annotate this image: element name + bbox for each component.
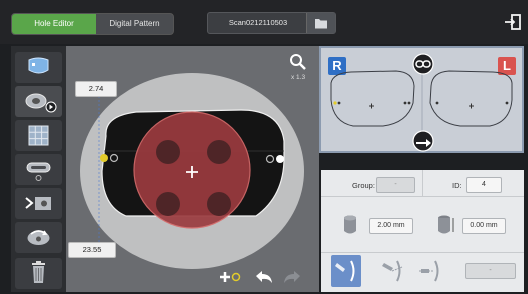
- tool-slot[interactable]: [15, 154, 62, 185]
- hole-play-icon: [25, 93, 57, 113]
- undo-icon[interactable]: [254, 269, 274, 285]
- drill-mode-axis-button[interactable]: [417, 255, 447, 287]
- add-hole-button[interactable]: [218, 268, 242, 286]
- trash-icon: [32, 261, 45, 283]
- rotate-icon: [27, 230, 50, 245]
- notch-icon: [25, 197, 51, 210]
- lens-preview: R L: [319, 46, 524, 153]
- id-label: ID:: [452, 181, 462, 190]
- depth-icon: [438, 215, 454, 234]
- tool-rotate[interactable]: [15, 222, 62, 253]
- drill-perpendicular-icon: [335, 260, 355, 282]
- group-field: -: [376, 177, 415, 193]
- tab-digital-pattern[interactable]: Digital Pattern: [96, 14, 173, 34]
- group-label: Group:: [352, 181, 375, 190]
- drill-angle-field: -: [465, 263, 516, 279]
- hole-editor-canvas[interactable]: 2.74 23.55 x 1.3: [66, 46, 319, 292]
- slot-icon: [26, 162, 51, 181]
- redo-icon[interactable]: [282, 269, 302, 285]
- tab-hole-editor[interactable]: Hole Editor: [12, 14, 96, 34]
- lens-shape-icon: [28, 57, 49, 74]
- drill-axis-icon: [419, 260, 439, 282]
- top-distance-value[interactable]: 2.74: [75, 81, 117, 97]
- tool-delete[interactable]: [15, 258, 62, 289]
- zoom-icon[interactable]: [289, 53, 307, 71]
- copy-to-other-lens-button[interactable]: [411, 129, 435, 153]
- bottom-distance-value[interactable]: 23.55: [68, 242, 116, 258]
- tool-notch[interactable]: [15, 188, 62, 219]
- divider: [422, 170, 423, 196]
- id-field[interactable]: 4: [466, 177, 502, 193]
- tool-lens-shape[interactable]: [15, 52, 62, 83]
- diameter-icon: [344, 215, 356, 234]
- divider: [321, 252, 524, 253]
- folder-icon: [315, 19, 327, 29]
- drill-angled-icon: [382, 260, 403, 282]
- file-selector[interactable]: Scan0212110503: [207, 12, 336, 34]
- tool-grid-select[interactable]: [15, 120, 62, 151]
- drill-mode-perpendicular-button[interactable]: [331, 255, 361, 287]
- grid-select-icon: [28, 125, 49, 146]
- exit-icon: [505, 14, 521, 30]
- link-lenses-button[interactable]: [411, 52, 435, 76]
- hole-diameter-field[interactable]: 2.00 mm: [369, 218, 413, 234]
- tool-palette: [11, 46, 66, 292]
- drill-mode-angled-button[interactable]: [380, 255, 410, 287]
- zoom-level: x 1.3: [291, 74, 306, 81]
- divider: [321, 196, 524, 197]
- exit-button[interactable]: [504, 13, 522, 31]
- file-name: Scan0212110503: [228, 18, 288, 27]
- mode-switch: Hole Editor Digital Pattern: [11, 13, 174, 35]
- tool-hole[interactable]: [15, 86, 62, 117]
- open-folder-button[interactable]: [306, 13, 335, 33]
- hole-depth-field[interactable]: 0.00 mm: [462, 218, 506, 234]
